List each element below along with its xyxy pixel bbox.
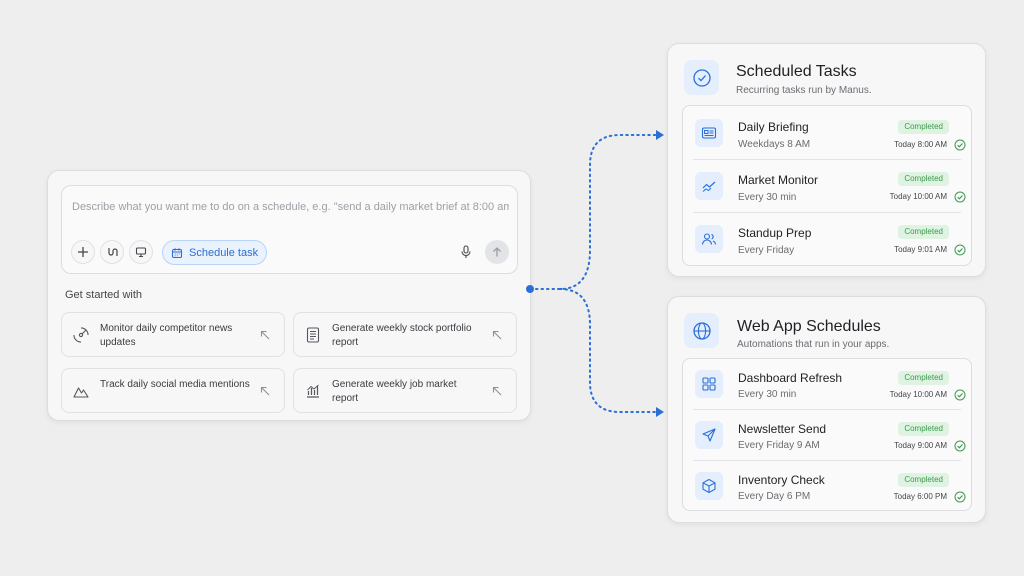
check-icon [954,244,966,256]
check-icon [954,191,966,203]
schedule-row[interactable]: Inventory Check Every Day 6 PM Completed… [683,461,971,511]
check-icon [954,139,966,151]
scheduled-tasks-card: Scheduled Tasks Recurring tasks run by M… [667,43,986,277]
row-icon [695,370,723,398]
task-schedule: Every Friday [738,245,795,256]
suggestion-text: Monitor daily competitor news updates [100,323,233,348]
row-icon [695,472,723,500]
panel-subtitle: Recurring tasks run by Manus. [736,85,872,96]
last-run-time: Today 9:00 AM [894,441,947,450]
plus-icon [78,247,88,257]
check-icon [954,389,966,401]
status-badge: Completed [898,473,949,487]
task-row[interactable]: Standup Prep Every Friday Completed Toda… [683,213,971,266]
users-icon [701,233,717,245]
send-button[interactable] [485,240,509,264]
schedule-frequency: Every 30 min [738,389,797,400]
microphone-icon [461,245,471,258]
task-name: Market Monitor [738,173,819,187]
connector-origin-dot [526,285,534,293]
status-badge: Completed [898,422,949,436]
send-icon [702,428,716,442]
panel-title: Scheduled Tasks [736,63,857,80]
connector-line-bottom [559,288,657,413]
schedule-name: Newsletter Send [738,422,827,436]
document-icon [306,327,320,343]
check-icon [954,491,966,503]
last-run-time: Today 8:00 AM [894,140,947,149]
arrow-up-left-icon [492,330,502,340]
radar-icon [73,327,89,343]
add-button[interactable] [71,240,95,264]
arrow-up-left-icon [492,386,502,396]
panel-icon [684,60,719,95]
connector-line-top [535,134,657,290]
task-schedule: Weekdays 8 AM [738,139,811,150]
schedule-row[interactable]: Newsletter Send Every Friday 9 AM Comple… [683,410,971,460]
task-list: Daily Briefing Weekdays 8 AM Completed T… [682,105,972,266]
schedule-task-button[interactable]: Schedule task [162,240,268,265]
panel-icon [684,313,719,348]
suggestion-card[interactable]: Generate weekly job market report [293,368,517,413]
last-run-time: Today 6:00 PM [893,492,947,501]
arrow-up-left-icon [260,330,270,340]
status-badge: Completed [898,225,949,239]
last-run-time: Today 10:00 AM [889,390,947,399]
connector-arrow-top [656,130,664,140]
suggestion-text: Generate weekly job market report [332,379,457,404]
suggestion-card[interactable]: Monitor daily competitor news updates [61,312,285,357]
connectors-button[interactable] [100,240,124,264]
last-run-time: Today 9:01 AM [894,245,947,254]
row-icon [695,119,723,147]
status-badge: Completed [898,172,949,186]
suggestion-text: Generate weekly stock portfolio report [332,323,472,348]
check-circle-icon [692,68,711,87]
schedule-name: Inventory Check [738,473,825,487]
connector-arrow-bottom [656,407,664,417]
globe-icon [692,321,711,340]
task-schedule: Every 30 min [738,192,797,203]
flow-connector [526,130,664,417]
schedule-task-label: Schedule task [189,246,259,259]
schedule-list: Dashboard Refresh Every 30 min Completed… [682,358,972,511]
news-icon [701,127,717,139]
arrow-up-left-icon [260,386,270,396]
task-name: Standup Prep [738,226,812,240]
get-started-heading: Get started with [65,289,143,301]
schedule-frequency: Every Day 6 PM [738,491,811,502]
schedule-composer-card: Schedule task Get started with Monitor d… [47,170,531,421]
task-row[interactable]: Market Monitor Every 30 min Completed To… [683,160,971,212]
schedule-prompt-input[interactable] [72,196,509,218]
trend-icon [702,181,716,192]
row-icon [695,225,723,253]
computer-button[interactable] [129,240,153,264]
panel-title: Web App Schedules [737,318,881,335]
suggestion-card[interactable]: Track daily social media mentions [61,368,285,413]
last-run-time: Today 10:00 AM [889,192,947,201]
grid-icon [702,377,716,391]
panel-subtitle: Automations that run in your apps. [737,339,890,350]
monitor-icon [135,247,147,258]
task-row[interactable]: Daily Briefing Weekdays 8 AM Completed T… [683,106,971,159]
box-icon [702,478,716,494]
bar-chart-icon [307,384,319,398]
web-app-schedules-card: Web App Schedules Automations that run i… [667,296,986,523]
row-icon [695,172,723,200]
mountain-chart-icon [73,387,89,398]
schedule-frequency: Every Friday 9 AM [738,440,820,451]
row-icon [695,421,723,449]
calendar-icon [171,247,183,258]
status-badge: Completed [898,371,949,385]
arrow-up-icon [493,247,501,257]
status-badge: Completed [898,120,949,134]
suggestion-text: Track daily social media mentions [100,379,250,390]
schedule-row[interactable]: Dashboard Refresh Every 30 min Completed… [683,359,971,409]
suggestion-card[interactable]: Generate weekly stock portfolio report [293,312,517,357]
connector-icon [108,248,118,256]
check-icon [954,440,966,452]
task-name: Daily Briefing [738,120,809,134]
schedule-name: Dashboard Refresh [738,371,843,385]
prompt-box: Schedule task [61,185,518,274]
voice-input-button[interactable] [456,242,476,262]
